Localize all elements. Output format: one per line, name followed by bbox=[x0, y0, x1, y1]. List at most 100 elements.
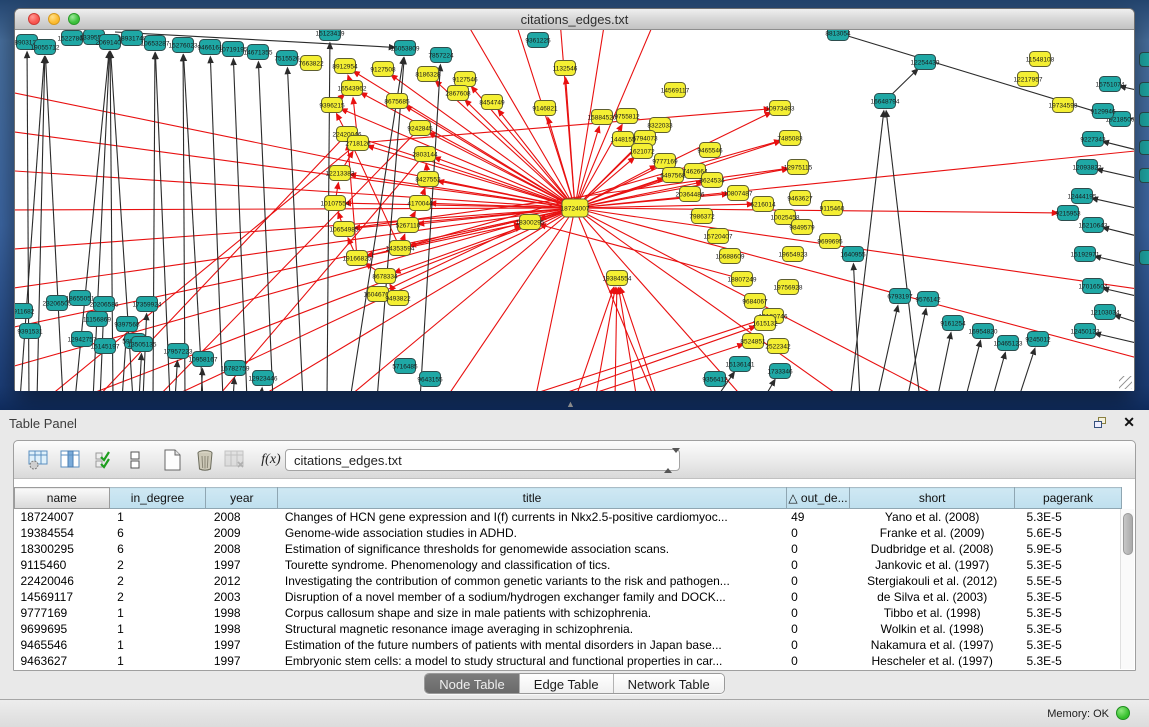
graph-node[interactable]: 4170044 bbox=[407, 196, 433, 211]
table-row[interactable]: 911546021997Tourette syndrome. Phenomeno… bbox=[15, 557, 1122, 573]
graph-node[interactable]: 19055712 bbox=[31, 40, 60, 55]
graph-node[interactable]: 9849579 bbox=[789, 220, 815, 235]
graph-node[interactable]: 15123419 bbox=[316, 30, 345, 41]
graph-node[interactable]: 16954820 bbox=[969, 324, 998, 339]
graph-node[interactable]: 15751074 bbox=[1096, 77, 1125, 92]
column-header-name[interactable]: name bbox=[15, 488, 110, 509]
graph-node[interactable]: 13505135 bbox=[128, 337, 157, 352]
graph-node[interactable]: 12450123 bbox=[1071, 324, 1100, 339]
close-panel-icon[interactable]: ✕ bbox=[1123, 414, 1135, 431]
graph-node[interactable]: 10107554 bbox=[321, 196, 350, 211]
graph-node[interactable]: 16210643 bbox=[1079, 218, 1108, 233]
graph-node[interactable]: 9777169 bbox=[652, 154, 678, 169]
table-row[interactable]: 946554611997Estimation of the future num… bbox=[15, 637, 1122, 653]
graph-node[interactable]: 8813054 bbox=[825, 30, 851, 41]
graph-node[interactable]: 19654923 bbox=[779, 247, 808, 262]
new-file-icon[interactable] bbox=[160, 447, 186, 473]
graph-node[interactable]: 9396215 bbox=[319, 98, 345, 113]
graph-node[interactable]: 5716485 bbox=[392, 359, 418, 374]
graph-node[interactable]: 12923446 bbox=[249, 371, 278, 386]
column-header-title[interactable]: title bbox=[278, 488, 786, 509]
column-header-pagerank[interactable]: pagerank bbox=[1014, 488, 1121, 509]
graph-node[interactable]: 15720407 bbox=[704, 229, 733, 244]
graph-node[interactable]: 12975115 bbox=[784, 160, 813, 175]
graph-node[interactable]: 8524851 bbox=[740, 334, 766, 349]
graph-node[interactable]: 14671355 bbox=[244, 45, 273, 60]
graph-node[interactable]: 1640955 bbox=[840, 247, 866, 262]
graph-node[interactable]: 1448155 bbox=[610, 132, 636, 147]
table-row[interactable]: 1872400712008Changes of HCN gene express… bbox=[15, 509, 1122, 526]
graph-node[interactable]: 19166825 bbox=[343, 251, 372, 266]
tab-edge-table[interactable]: Edge Table bbox=[520, 674, 614, 693]
graph-node[interactable]: 7515526 bbox=[274, 51, 300, 66]
delete-icon[interactable] bbox=[192, 447, 218, 473]
graph-node[interactable]: 10465123 bbox=[994, 336, 1023, 351]
graph-node[interactable]: 16053809 bbox=[391, 41, 420, 56]
graph-node[interactable]: 9242845 bbox=[407, 121, 433, 136]
graph-node[interactable]: 9361225 bbox=[525, 33, 551, 48]
float-panel-icon[interactable] bbox=[1094, 417, 1108, 430]
tab-node-table[interactable]: Node Table bbox=[425, 674, 520, 693]
graph-node[interactable]: 17016504 bbox=[1079, 279, 1108, 294]
graph-node[interactable]: 9215953 bbox=[1055, 206, 1081, 221]
graph-node[interactable]: 6497568 bbox=[660, 168, 686, 183]
graph-node[interactable]: 19734593 bbox=[1049, 98, 1078, 113]
graph-node[interactable]: 9356412 bbox=[702, 372, 728, 387]
graph-node[interactable]: 9161254 bbox=[940, 316, 966, 331]
graph-node[interactable]: 5267110 bbox=[396, 218, 421, 233]
graph-node[interactable]: 10654985 bbox=[330, 222, 359, 237]
graph-node[interactable]: 2522342 bbox=[765, 339, 791, 354]
column-header-in_degree[interactable]: in_degree bbox=[109, 488, 206, 509]
select-all-icon[interactable] bbox=[92, 447, 118, 473]
table-select-dropdown[interactable]: citations_edges.txt bbox=[285, 449, 680, 471]
graph-node[interactable]: 9391531 bbox=[17, 324, 43, 339]
graph-node[interactable]: 16543962 bbox=[338, 81, 367, 96]
graph-node[interactable]: 17359924 bbox=[133, 297, 162, 312]
graph-node[interactable]: 7857224 bbox=[428, 48, 454, 63]
function-builder-icon[interactable]: f(x) bbox=[258, 447, 284, 473]
graph-node[interactable]: 15192971 bbox=[1071, 247, 1100, 262]
graph-node[interactable]: 15276023 bbox=[169, 38, 198, 53]
table-row[interactable]: 1938455462009Genome-wide association stu… bbox=[15, 525, 1122, 541]
network-graph[interactable]: 8903128190557121522786213395552206914061… bbox=[15, 30, 1134, 391]
graph-node[interactable]: 10973493 bbox=[766, 101, 795, 116]
graph-node[interactable]: 8912954 bbox=[332, 59, 358, 74]
graph-node[interactable]: 9127508 bbox=[370, 62, 396, 77]
graph-node[interactable]: 2718126 bbox=[345, 136, 371, 151]
graph-node[interactable]: 19384554 bbox=[603, 271, 632, 286]
table-row[interactable]: 969969511998Structural magnetic resonanc… bbox=[15, 621, 1122, 637]
graph-node[interactable]: 1615132 bbox=[752, 316, 778, 331]
row-height-icon[interactable] bbox=[122, 447, 148, 473]
graph-node[interactable]: 10807487 bbox=[724, 186, 753, 201]
column-header-short[interactable]: short bbox=[850, 488, 1015, 509]
graph-node[interactable]: 9463627 bbox=[787, 191, 813, 206]
table-row[interactable]: 2242004622012Investigating the contribut… bbox=[15, 573, 1122, 589]
graph-node[interactable]: 9755812 bbox=[614, 109, 640, 124]
graph-node[interactable]: 6216014 bbox=[750, 197, 776, 212]
graph-node[interactable]: 18300295 bbox=[516, 215, 545, 230]
graph-node[interactable]: 8675685 bbox=[384, 94, 410, 109]
graph-node[interactable]: 10688609 bbox=[716, 249, 745, 264]
column-header-year[interactable]: year bbox=[206, 488, 278, 509]
window-titlebar[interactable]: citations_edges.txt bbox=[15, 9, 1134, 30]
graph-node[interactable]: 9227343 bbox=[1080, 132, 1106, 147]
network-window[interactable]: citations_edges.txt 89031281905571215227… bbox=[14, 8, 1135, 391]
graph-node[interactable]: 8427552 bbox=[415, 172, 441, 187]
column-show-icon[interactable] bbox=[58, 447, 84, 473]
graph-node[interactable]: 9684067 bbox=[742, 294, 768, 309]
splitter-handle[interactable]: ▲ bbox=[566, 399, 575, 409]
graph-node[interactable]: 2867608 bbox=[445, 86, 471, 101]
graph-node[interactable]: 2803144 bbox=[412, 147, 438, 162]
graph-node[interactable]: 9397568 bbox=[114, 317, 140, 332]
window-resize-grip[interactable] bbox=[1119, 376, 1132, 389]
graph-node[interactable]: 19756928 bbox=[774, 280, 803, 295]
column-header-out_de[interactable]: △ out_de... bbox=[786, 488, 850, 509]
graph-node[interactable]: 12254439 bbox=[911, 55, 940, 70]
graph-node[interactable]: 8678334 bbox=[372, 269, 398, 284]
graph-node[interactable]: 14353594 bbox=[386, 241, 415, 256]
graph-node[interactable]: 18807249 bbox=[728, 272, 757, 287]
graph-node[interactable]: 12103034 bbox=[1091, 305, 1120, 320]
graph-node[interactable]: 1733346 bbox=[767, 364, 793, 379]
graph-node[interactable]: 8454749 bbox=[479, 95, 505, 110]
graph-node[interactable]: 10958167 bbox=[189, 352, 218, 367]
